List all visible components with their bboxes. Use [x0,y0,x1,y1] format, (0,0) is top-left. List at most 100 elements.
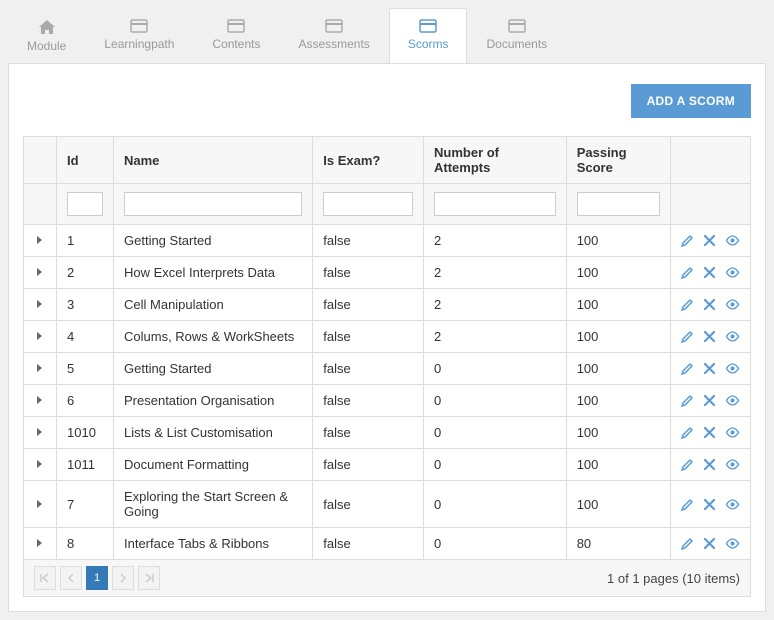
last-page-icon [144,573,154,583]
filter-id-input[interactable] [67,192,103,216]
cell-id: 8 [57,528,114,560]
scorms-table: Id Name Is Exam? Number of Attempts Pass… [23,136,751,597]
view-button[interactable] [725,395,740,406]
expand-row-button[interactable] [34,537,46,549]
cell-name: Exploring the Start Screen & Going [114,481,313,528]
cell-id: 1010 [57,417,114,449]
edit-button[interactable] [681,426,694,439]
delete-button[interactable] [704,235,715,246]
expand-row-button[interactable] [34,298,46,310]
cell-id: 4 [57,321,114,353]
tab-documents[interactable]: Documents [467,8,566,63]
expand-row-button[interactable] [34,330,46,342]
filter-is-exam-input[interactable] [323,192,413,216]
cell-score: 100 [566,353,670,385]
delete-button[interactable] [704,395,715,406]
delete-button[interactable] [704,331,715,342]
table-row: 7Exploring the Start Screen & Goingfalse… [24,481,751,528]
tab-contents[interactable]: Contents [193,8,279,63]
view-button[interactable] [725,499,740,510]
cell-attempts: 0 [424,528,567,560]
expand-row-button[interactable] [34,498,46,510]
delete-button[interactable] [704,459,715,470]
cell-attempts: 2 [424,321,567,353]
home-icon [38,19,56,35]
chevron-left-icon [67,573,75,583]
expand-row-button[interactable] [34,458,46,470]
view-button[interactable] [725,235,740,246]
pager-page-1-button[interactable]: 1 [86,566,108,590]
eye-icon [725,427,740,438]
pager-next-button[interactable] [112,566,134,590]
tab-module[interactable]: Module [8,8,85,63]
view-button[interactable] [725,331,740,342]
expand-row-button[interactable] [34,266,46,278]
expand-row-button[interactable] [34,394,46,406]
view-button[interactable] [725,538,740,549]
cell-attempts: 0 [424,385,567,417]
tab-assessments[interactable]: Assessments [279,8,388,63]
delete-button[interactable] [704,363,715,374]
pencil-icon [681,266,694,279]
header-attempts[interactable]: Number of Attempts [424,137,567,184]
x-icon [704,267,715,278]
filter-row [24,184,751,225]
cell-is-exam: false [313,321,424,353]
card-icon [419,19,437,33]
filter-name-input[interactable] [124,192,302,216]
eye-icon [725,499,740,510]
cell-attempts: 0 [424,353,567,385]
header-name[interactable]: Name [114,137,313,184]
cell-name: Lists & List Customisation [114,417,313,449]
cell-score: 100 [566,449,670,481]
header-score[interactable]: Passing Score [566,137,670,184]
expand-row-button[interactable] [34,234,46,246]
edit-button[interactable] [681,537,694,550]
eye-icon [725,363,740,374]
table-row: 5Getting Startedfalse0100 [24,353,751,385]
edit-button[interactable] [681,498,694,511]
table-row: 6Presentation Organisationfalse0100 [24,385,751,417]
view-button[interactable] [725,267,740,278]
delete-button[interactable] [704,267,715,278]
edit-button[interactable] [681,234,694,247]
cell-attempts: 0 [424,481,567,528]
pager-last-button[interactable] [138,566,160,590]
edit-button[interactable] [681,330,694,343]
tab-scorms[interactable]: Scorms [389,8,468,63]
header-is-exam[interactable]: Is Exam? [313,137,424,184]
cell-id: 5 [57,353,114,385]
cell-is-exam: false [313,481,424,528]
delete-button[interactable] [704,538,715,549]
tab-label: Scorms [408,37,449,51]
edit-button[interactable] [681,458,694,471]
header-id[interactable]: Id [57,137,114,184]
edit-button[interactable] [681,394,694,407]
edit-button[interactable] [681,362,694,375]
eye-icon [725,299,740,310]
cell-is-exam: false [313,417,424,449]
expand-row-button[interactable] [34,362,46,374]
filter-attempts-input[interactable] [434,192,556,216]
delete-button[interactable] [704,427,715,438]
delete-button[interactable] [704,299,715,310]
first-page-icon [40,573,50,583]
edit-button[interactable] [681,266,694,279]
cell-score: 80 [566,528,670,560]
add-scorm-button[interactable]: ADD A SCORM [631,84,751,118]
pager-first-button[interactable] [34,566,56,590]
tab-label: Learningpath [104,37,174,51]
toolbar: ADD A SCORM [23,84,751,118]
edit-button[interactable] [681,298,694,311]
filter-score-input[interactable] [577,192,660,216]
delete-button[interactable] [704,499,715,510]
pager-prev-button[interactable] [60,566,82,590]
view-button[interactable] [725,299,740,310]
view-button[interactable] [725,363,740,374]
cell-score: 100 [566,417,670,449]
expand-row-button[interactable] [34,426,46,438]
tab-learningpath[interactable]: Learningpath [85,8,193,63]
view-button[interactable] [725,459,740,470]
tab-label: Assessments [298,37,369,51]
view-button[interactable] [725,427,740,438]
